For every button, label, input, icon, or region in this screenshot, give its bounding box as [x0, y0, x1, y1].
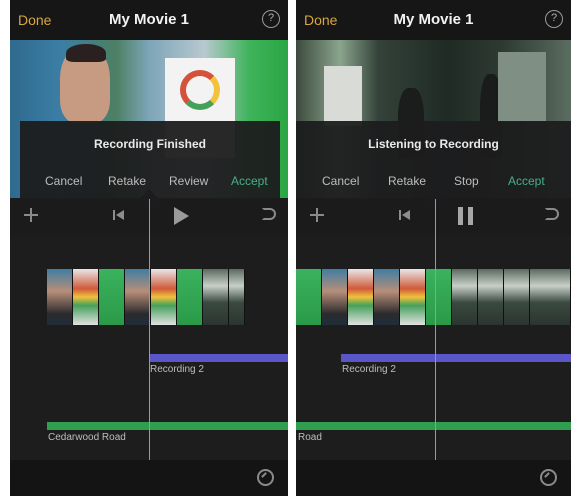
clip-thumbnail: [478, 269, 504, 325]
clip-thumbnail: [296, 269, 322, 325]
popup-title: Listening to Recording: [368, 137, 499, 151]
settings-icon[interactable]: [540, 469, 557, 486]
music-label: Cedarwood Road: [48, 432, 126, 443]
clip-thumbnail: [322, 269, 348, 325]
clip-thumbnail: [203, 269, 229, 325]
clip-thumbnail: [229, 269, 245, 325]
clip-thumbnail: [374, 269, 400, 325]
popup-title: Recording Finished: [93, 137, 206, 151]
add-media-icon[interactable]: [310, 208, 324, 222]
transport-controls: [296, 199, 571, 236]
person-hair: [66, 44, 106, 62]
clip-thumbnail: [73, 269, 99, 325]
clip-thumbnail: [47, 269, 73, 325]
poster-logo: [180, 70, 220, 110]
voiceover-track[interactable]: [341, 354, 571, 362]
review-button[interactable]: Review: [169, 174, 208, 188]
clip-thumbnail: [400, 269, 426, 325]
help-icon[interactable]: ?: [545, 10, 563, 28]
clip-thumbnail: [125, 269, 151, 325]
clip-thumbnail: [426, 269, 452, 325]
stop-button[interactable]: Stop: [454, 174, 479, 188]
voiceover-label: Recording 2: [150, 364, 204, 375]
playhead[interactable]: [149, 199, 150, 460]
clip-thumbnail: [504, 269, 530, 325]
pause-icon[interactable]: [458, 207, 474, 225]
voiceover-track[interactable]: [149, 354, 288, 362]
clip-thumbnail: [452, 269, 478, 325]
bottom-bar: [10, 460, 288, 496]
screen-recording-finished: Done My Movie 1 ? Recording Finished Can…: [10, 0, 288, 496]
skip-back-icon[interactable]: [113, 209, 127, 221]
top-bar: Done My Movie 1 ?: [296, 0, 571, 40]
clip-thumbnail: [151, 269, 177, 325]
help-icon[interactable]: ?: [262, 10, 280, 28]
accept-button[interactable]: Accept: [231, 174, 268, 188]
doorway: [498, 52, 546, 122]
skip-back-icon[interactable]: [399, 209, 413, 221]
clip-thumbnail: [177, 269, 203, 325]
undo-icon[interactable]: [545, 208, 559, 220]
retake-button[interactable]: Retake: [388, 174, 426, 188]
project-title: My Movie 1: [108, 11, 190, 28]
screen-listening-to-recording: Done My Movie 1 ? Listening to Recording…: [296, 0, 571, 496]
voiceover-label: Recording 2: [342, 364, 396, 375]
screen-light: [324, 66, 362, 126]
accept-button[interactable]: Accept: [508, 174, 545, 188]
cancel-button[interactable]: Cancel: [322, 174, 359, 188]
settings-icon[interactable]: [257, 469, 274, 486]
project-title: My Movie 1: [393, 11, 474, 28]
playhead[interactable]: [435, 199, 436, 460]
clip-thumbnail: [99, 269, 125, 325]
timeline[interactable]: Recording 2 Road: [296, 236, 571, 460]
video-clip-strip[interactable]: [47, 269, 245, 325]
listening-popup: Listening to Recording Cancel Retake Sto…: [296, 121, 571, 199]
clip-thumbnail: [530, 269, 571, 325]
retake-button[interactable]: Retake: [108, 174, 146, 188]
top-bar: Done My Movie 1 ?: [10, 0, 288, 40]
video-clip-strip[interactable]: [296, 269, 571, 325]
music-track[interactable]: [296, 422, 571, 430]
bottom-bar: [296, 460, 571, 496]
clip-thumbnail: [348, 269, 374, 325]
play-icon[interactable]: [174, 207, 189, 225]
recording-finished-popup: Recording Finished Cancel Retake Review …: [20, 121, 280, 199]
music-track[interactable]: [47, 422, 288, 430]
undo-icon[interactable]: [262, 208, 276, 220]
music-label: Road: [298, 432, 322, 443]
cancel-button[interactable]: Cancel: [45, 174, 82, 188]
add-media-icon[interactable]: [24, 208, 38, 222]
